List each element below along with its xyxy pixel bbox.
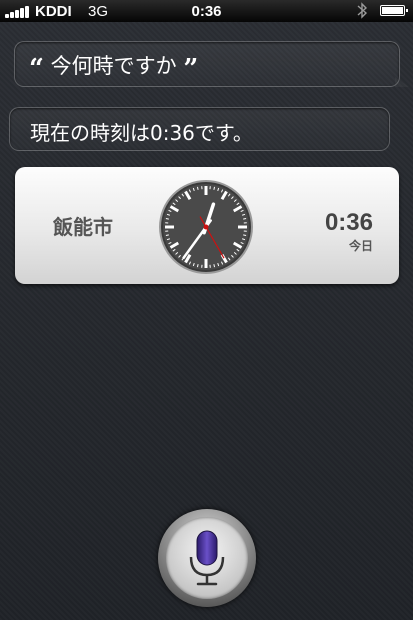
siri-response-text: 現在の時刻は0:36です。 [30,121,253,145]
clock-minute-tick [196,264,199,268]
status-time: 0:36 [191,3,222,20]
clock-card[interactable]: 飯能市 0:36 今日 [15,167,399,284]
clock-minute-tick [165,217,169,220]
clock-minute-tick [165,234,169,237]
analog-clock [159,180,253,274]
day-label: 今日 [348,239,373,253]
bluetooth-icon [357,2,368,19]
open-quote: “ [29,54,44,84]
user-query-bubble[interactable]: “ 今何時ですか ” [14,41,409,87]
clock-city: 飯能市 [53,215,113,239]
microphone-button[interactable] [158,509,256,607]
clock-minute-tick [243,217,247,220]
siri-response-bubble: 現在の時刻は0:36です。 [9,107,390,151]
status-bar: KDDI 3G 0:36 [0,0,413,22]
battery-icon [380,5,408,16]
digital-time: 0:36 [324,209,373,236]
user-query: “ 今何時ですか ” [29,50,198,84]
microphone-icon [166,517,248,599]
close-quote: ” [183,54,199,84]
user-query-text: 今何時ですか [50,54,177,78]
clock-minute-tick [243,234,247,237]
clock-minute-tick [213,264,216,268]
clock-minute-tick [213,186,216,190]
clock-minute-tick [196,186,199,190]
